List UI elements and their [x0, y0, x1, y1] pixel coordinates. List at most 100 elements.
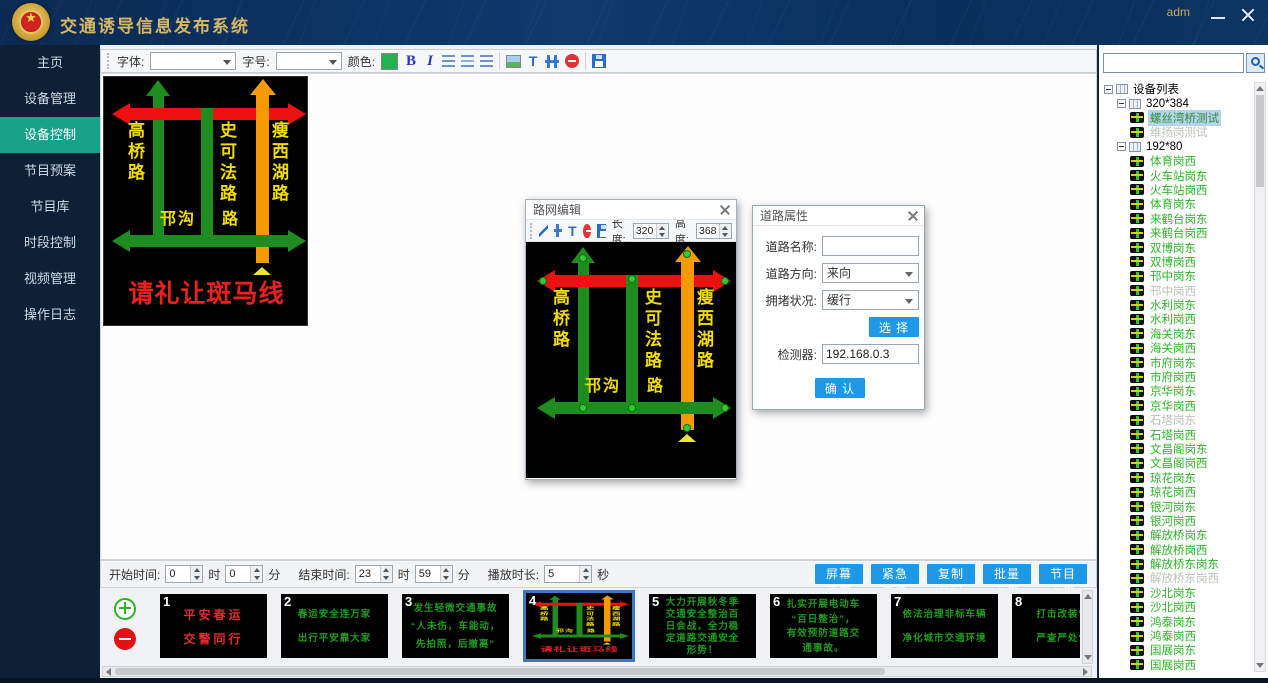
- color-swatch[interactable]: [381, 53, 398, 70]
- tree-device-解放桥东岗东[interactable]: 解放桥东岗东: [1102, 557, 1254, 571]
- spinner-buttons[interactable]: [250, 566, 262, 582]
- tree-device-市府岗西[interactable]: 市府岗西: [1102, 370, 1254, 384]
- frame-thumbnail-5[interactable]: 5大力开展秋冬季交通安全整治百日会战，全力稳定道路交通安全形势！: [649, 594, 756, 658]
- tree-device-邗中岗西[interactable]: 邗中岗西: [1102, 283, 1254, 297]
- tree-device-体育岗西[interactable]: 体育岗西: [1102, 154, 1254, 168]
- tree-root[interactable]: 设备列表: [1102, 82, 1254, 96]
- delete-icon[interactable]: [565, 54, 579, 68]
- frame-thumbnail-8[interactable]: 8打击改装“炸严查严处“机: [1012, 594, 1080, 658]
- spin-down-icon[interactable]: [441, 574, 452, 582]
- spinner-buttons[interactable]: [579, 566, 591, 582]
- tree-device-琼花岗西[interactable]: 琼花岗西: [1102, 485, 1254, 499]
- bold-button[interactable]: B: [404, 53, 418, 70]
- tree-device-沙北岗东[interactable]: 沙北岗东: [1102, 586, 1254, 600]
- frame-thumbnail-3[interactable]: 3发生轻微交通事故“人未伤，车能动，先拍照，后撤离”: [402, 594, 509, 658]
- tree-device-文昌阁岗西[interactable]: 文昌阁岗西: [1102, 456, 1254, 470]
- tree-device-国展岗西[interactable]: 国展岗西: [1102, 658, 1254, 672]
- tree-device-石塔岗东[interactable]: 石塔岗东: [1102, 413, 1254, 427]
- frame-thumbnail-4[interactable]: 4高桥路史可法路瘦西湖路邗沟路请礼让斑马线: [523, 590, 635, 662]
- tree-device-水利岗东[interactable]: 水利岗东: [1102, 298, 1254, 312]
- tree-device-体育岗东[interactable]: 体育岗东: [1102, 197, 1254, 211]
- duration-input[interactable]: 5: [544, 565, 592, 583]
- italic-button[interactable]: I: [424, 53, 436, 70]
- tree-device-解放桥岗西[interactable]: 解放桥岗西: [1102, 543, 1254, 557]
- tree-device-来鹤台岗西[interactable]: 来鹤台岗西: [1102, 226, 1254, 240]
- spinner-buttons[interactable]: [190, 566, 202, 582]
- tree-device-解放桥岗东[interactable]: 解放桥岗东: [1102, 528, 1254, 542]
- tree-device-琼花岗东[interactable]: 琼花岗东: [1102, 471, 1254, 485]
- sidebar-item-2[interactable]: 设备管理: [0, 81, 100, 117]
- tree-device-石塔岗西[interactable]: 石塔岗西: [1102, 427, 1254, 441]
- tree-device-京华岗西[interactable]: 京华岗西: [1102, 399, 1254, 413]
- size-select[interactable]: [276, 52, 342, 70]
- road-name-input[interactable]: [822, 236, 919, 256]
- text-tool-icon[interactable]: T: [568, 223, 577, 239]
- spin-down-icon[interactable]: [191, 574, 202, 582]
- spinner-buttons[interactable]: [656, 224, 668, 238]
- tree-device-来鹤台岗东[interactable]: 来鹤台岗东: [1102, 212, 1254, 226]
- spin-up-icon[interactable]: [657, 224, 668, 231]
- spinner-buttons[interactable]: [719, 224, 731, 238]
- confirm-button[interactable]: 确 认: [815, 378, 865, 398]
- spin-up-icon[interactable]: [720, 224, 731, 231]
- tree-device-京华岗东[interactable]: 京华岗东: [1102, 384, 1254, 398]
- draw-line-icon[interactable]: [539, 224, 547, 238]
- tree-device-国展岗东[interactable]: 国展岗东: [1102, 643, 1254, 657]
- action-button-1[interactable]: 屏幕设置: [815, 564, 863, 584]
- start-hour-input[interactable]: 0: [165, 565, 203, 583]
- action-button-4[interactable]: 批量下发: [983, 564, 1031, 584]
- spinner-buttons[interactable]: [440, 566, 452, 582]
- search-button[interactable]: [1246, 53, 1265, 73]
- sidebar-item-7[interactable]: 视频管理: [0, 261, 100, 297]
- congestion-select[interactable]: 缓行: [822, 290, 919, 310]
- road-network-icon[interactable]: [545, 55, 559, 68]
- font-select[interactable]: [150, 52, 236, 70]
- length-spinner[interactable]: 320: [633, 223, 669, 239]
- end-minute-input[interactable]: 59: [415, 565, 453, 583]
- frame-thumbnail-2[interactable]: 2春运安全连万家出行平安靠大家: [281, 594, 388, 658]
- action-button-3[interactable]: 复制节目: [927, 564, 975, 584]
- spinner-buttons[interactable]: [380, 566, 392, 582]
- editor-canvas[interactable]: 高桥路史可法路瘦西湖路邗沟路: [526, 242, 736, 478]
- tree-device-海关岗东[interactable]: 海关岗东: [1102, 327, 1254, 341]
- save-icon[interactable]: [592, 54, 606, 68]
- road-direction-select[interactable]: 来向: [822, 263, 919, 283]
- action-button-5[interactable]: 节目下发: [1039, 564, 1087, 584]
- tree-device-沙北岗西[interactable]: 沙北岗西: [1102, 600, 1254, 614]
- spin-down-icon[interactable]: [251, 574, 262, 582]
- add-frame-button[interactable]: [114, 598, 136, 620]
- dialog-title-bar[interactable]: 道路属性: [753, 206, 924, 226]
- draw-road-icon[interactable]: [554, 224, 562, 237]
- spin-down-icon[interactable]: [580, 574, 591, 582]
- align-right-icon[interactable]: [480, 55, 493, 67]
- tree-device-市府岗东[interactable]: 市府岗东: [1102, 355, 1254, 369]
- tree-group-192*80[interactable]: 192*80: [1102, 140, 1254, 154]
- remove-frame-button[interactable]: [114, 628, 136, 650]
- spin-down-icon[interactable]: [720, 231, 731, 238]
- tree-device-双博岗东[interactable]: 双博岗东: [1102, 240, 1254, 254]
- tree-device-邗中岗东[interactable]: 邗中岗东: [1102, 269, 1254, 283]
- tree-device-海关岗西[interactable]: 海关岗西: [1102, 341, 1254, 355]
- spin-down-icon[interactable]: [381, 574, 392, 582]
- scrollbar-thumb[interactable]: [1256, 95, 1264, 187]
- scroll-down-icon[interactable]: [1256, 663, 1264, 668]
- scroll-left-icon[interactable]: [106, 668, 111, 676]
- filmstrip-horizontal-scrollbar[interactable]: [102, 666, 1092, 677]
- spin-up-icon[interactable]: [191, 566, 202, 574]
- device-search-input[interactable]: [1103, 53, 1244, 73]
- spin-down-icon[interactable]: [657, 231, 668, 238]
- frame-thumbnail-7[interactable]: 7依法治理非标车辆净化城市交通环境: [891, 594, 998, 658]
- sidebar-item-4[interactable]: 节目预案: [0, 153, 100, 189]
- tree-device-水利岗西[interactable]: 水利岗西: [1102, 312, 1254, 326]
- align-left-icon[interactable]: [442, 55, 455, 67]
- scroll-up-icon[interactable]: [1084, 594, 1092, 599]
- text-tool-icon[interactable]: T: [527, 53, 539, 69]
- end-hour-input[interactable]: 23: [355, 565, 393, 583]
- tree-expand-icon[interactable]: [1117, 142, 1126, 151]
- select-button[interactable]: 选 择: [869, 317, 919, 337]
- tree-expand-icon[interactable]: [1104, 85, 1113, 94]
- dialog-title-bar[interactable]: 路网编辑: [526, 200, 736, 220]
- tree-device-文昌阁岗东[interactable]: 文昌阁岗东: [1102, 442, 1254, 456]
- scrollbar-thumb[interactable]: [115, 668, 885, 675]
- scroll-right-icon[interactable]: [1083, 668, 1088, 676]
